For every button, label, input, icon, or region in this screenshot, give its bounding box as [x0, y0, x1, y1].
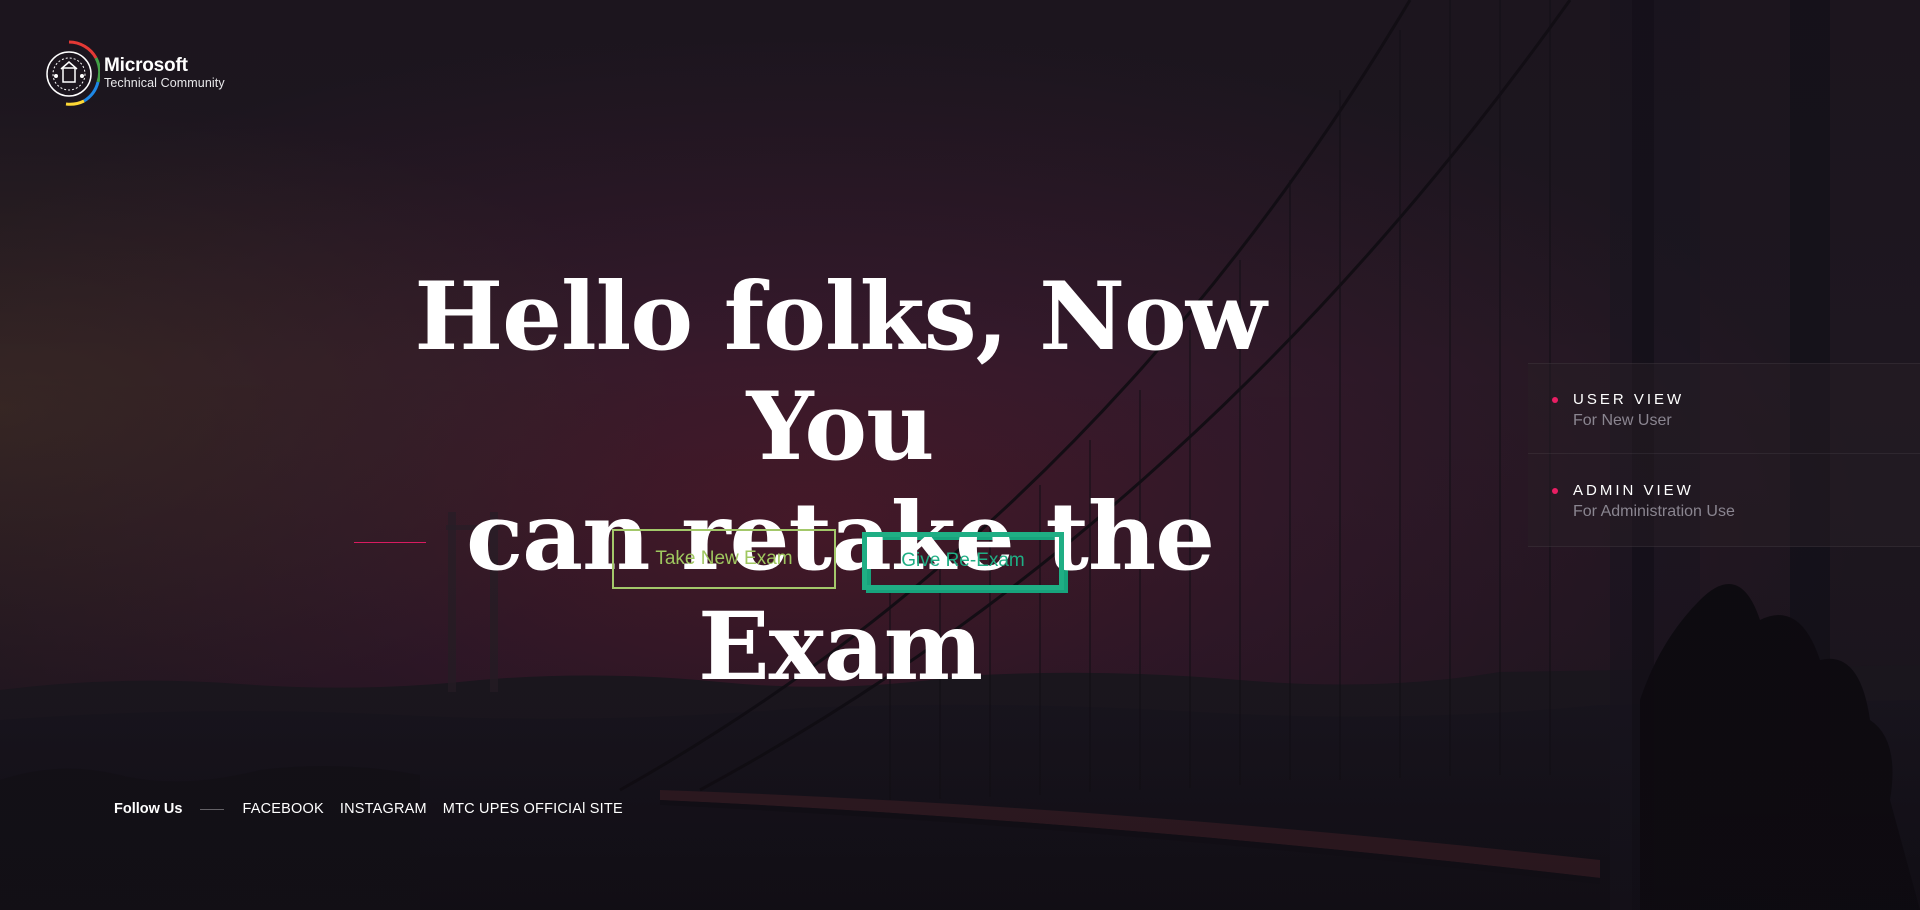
hero-headline: Hello folks, Now You can retake the Exam [340, 262, 1340, 702]
user-view-item[interactable]: USER VIEW For New User [1528, 364, 1920, 454]
hero-line-1: Hello folks, Now You [414, 262, 1266, 482]
social-links: Follow Us FACEBOOK INSTAGRAM MTC UPES OF… [114, 801, 639, 817]
give-re-exam-button[interactable]: Give Re-Exam [862, 532, 1064, 590]
instagram-link[interactable]: INSTAGRAM [340, 801, 427, 817]
admin-view-item[interactable]: ADMIN VIEW For Administration Use [1528, 455, 1920, 545]
user-view-subtitle: For New User [1573, 412, 1672, 429]
follow-divider [200, 808, 225, 810]
bullet-dot-icon [1552, 488, 1558, 494]
take-new-exam-button[interactable]: Take New Exam [612, 529, 836, 589]
follow-us-label: Follow Us [114, 801, 183, 817]
admin-view-subtitle: For Administration Use [1573, 503, 1735, 520]
hero-line-2: can retake the Exam [465, 482, 1215, 702]
facebook-link[interactable]: FACEBOOK [242, 801, 323, 817]
logo-title: Microsoft [104, 55, 188, 77]
user-view-title: USER VIEW [1573, 391, 1685, 408]
bullet-dot-icon [1552, 397, 1558, 403]
logo-subtitle: Technical Community [104, 76, 225, 91]
admin-view-title: ADMIN VIEW [1573, 482, 1694, 499]
accent-divider [354, 542, 426, 543]
view-switcher-panel: USER VIEW For New User ADMIN VIEW For Ad… [1528, 363, 1920, 547]
mtc-logo-icon [38, 38, 101, 108]
official-site-link[interactable]: MTC UPES OFFICIAl SITE [443, 801, 623, 817]
brand-logo[interactable]: Microsoft Technical Community [38, 38, 225, 108]
